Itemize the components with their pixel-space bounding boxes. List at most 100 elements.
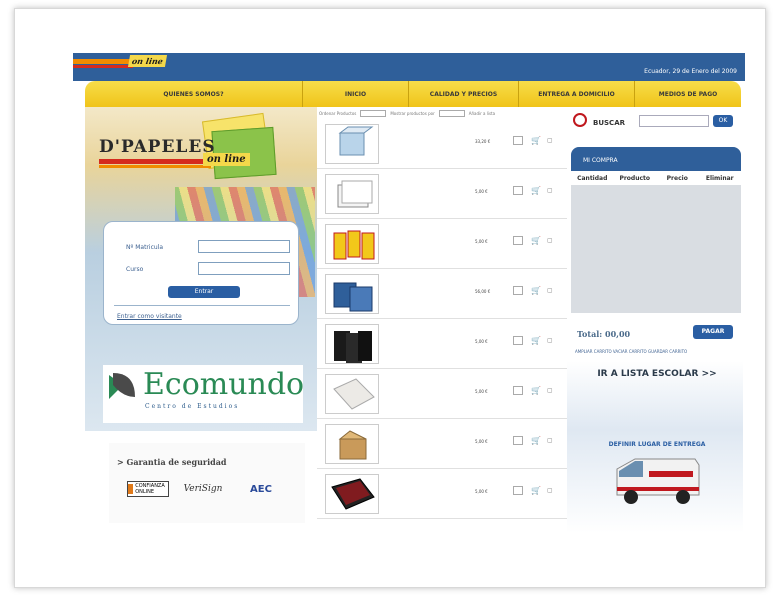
cart-columns: Cantidad Producto Precio Eliminar xyxy=(571,171,741,185)
quantity-input[interactable] xyxy=(513,286,523,295)
matricula-label: Nº Matricula xyxy=(126,244,164,251)
screenshot-frame: on line Ecuador, 29 de Enero del 2009 QU… xyxy=(14,8,766,588)
nav-inicio[interactable]: INICIO xyxy=(303,81,409,107)
cart-links[interactable]: AMPLIAR CARRITO VACIAR CARRITO GUARDAR C… xyxy=(575,349,741,354)
product-image[interactable] xyxy=(325,374,379,414)
website: on line Ecuador, 29 de Enero del 2009 QU… xyxy=(73,53,745,533)
product-row: 5,00 € 🛒 ▢ xyxy=(317,419,567,469)
visitor-link[interactable]: Entrar como visitante xyxy=(117,313,182,320)
product-price: 33,20 € xyxy=(475,139,491,144)
product-price: 5,00 € xyxy=(475,439,488,444)
nav-quienes-somos[interactable]: QUIENES SOMOS? xyxy=(85,81,303,107)
quantity-input[interactable] xyxy=(513,486,523,495)
info-icon[interactable]: ▢ xyxy=(547,237,553,244)
ecomundo-name: Ecomundo xyxy=(143,367,305,402)
ecomundo-subtitle: Centro de Estudios xyxy=(145,403,240,410)
small-logo-text: on line xyxy=(127,55,167,67)
curso-label: Curso xyxy=(126,266,144,273)
nav-calidad-precios[interactable]: CALIDAD Y PRECIOS xyxy=(409,81,519,107)
product-image[interactable] xyxy=(325,224,379,264)
info-icon[interactable]: ▢ xyxy=(547,187,553,194)
brand-logo: D'PAPELES xyxy=(99,137,216,157)
search-icon xyxy=(573,113,587,127)
delivery-link[interactable]: DEFINIR LUGAR DE ENTREGA xyxy=(577,441,737,448)
top-band: on line Ecuador, 29 de Enero del 2009 xyxy=(73,53,745,81)
show-select[interactable] xyxy=(438,109,465,117)
product-row: 5,00 € 🛒 ▢ xyxy=(317,469,567,519)
add-to-cart-icon[interactable]: 🛒 xyxy=(531,336,541,345)
matricula-input[interactable] xyxy=(198,240,290,253)
current-date: Ecuador, 29 de Enero del 2009 xyxy=(644,68,737,75)
security-guarantee: > Garantia de seguridad CONFIANZA ONLINE… xyxy=(109,443,305,523)
add-label: Añadir a lista xyxy=(468,110,496,116)
product-row: 33,20 € 🛒 ▢ xyxy=(317,119,567,169)
product-image[interactable] xyxy=(325,274,379,314)
small-logo[interactable]: on line xyxy=(73,53,173,75)
product-row: 5,00 € 🛒 ▢ xyxy=(317,369,567,419)
add-to-cart-icon[interactable]: 🛒 xyxy=(531,186,541,195)
col-eliminar: Eliminar xyxy=(705,174,734,182)
total-amount: Total: 00,00 xyxy=(577,329,631,339)
product-row: 5,00 € 🛒 ▢ xyxy=(317,219,567,269)
product-image[interactable] xyxy=(325,124,379,164)
security-title: > Garantia de seguridad xyxy=(117,457,227,467)
col-cantidad: Cantidad xyxy=(577,174,608,182)
info-icon[interactable]: ▢ xyxy=(547,387,553,394)
info-icon[interactable]: ▢ xyxy=(547,287,553,294)
add-to-cart-icon[interactable]: 🛒 xyxy=(531,136,541,145)
quantity-input[interactable] xyxy=(513,386,523,395)
confianza-badge[interactable]: CONFIANZA ONLINE xyxy=(127,481,169,497)
info-icon[interactable]: ▢ xyxy=(547,487,553,494)
aec-badge[interactable]: AEC xyxy=(239,481,283,497)
enter-button[interactable]: Entrar xyxy=(168,286,240,298)
product-row: 56,00 € 🛒 ▢ xyxy=(317,269,567,319)
sort-select[interactable] xyxy=(360,109,387,117)
delivery-van-icon[interactable] xyxy=(609,451,705,509)
cart-title: MI COMPRA xyxy=(571,147,741,171)
product-image[interactable] xyxy=(325,174,379,214)
pay-button[interactable]: PAGAR xyxy=(693,325,733,339)
search-input[interactable] xyxy=(639,115,709,127)
right-panel: BUSCAR OK MI COMPRA Cantidad Producto Pr… xyxy=(567,107,743,533)
quantity-input[interactable] xyxy=(513,336,523,345)
product-toolbar: Ordenar Productos Mostrar productos por … xyxy=(317,107,567,119)
product-price: 5,00 € xyxy=(475,189,488,194)
product-price: 5,00 € xyxy=(475,339,488,344)
search-button[interactable]: OK xyxy=(713,115,733,127)
info-icon[interactable]: ▢ xyxy=(547,437,553,444)
quantity-input[interactable] xyxy=(513,136,523,145)
add-to-cart-icon[interactable]: 🛒 xyxy=(531,486,541,495)
quantity-input[interactable] xyxy=(513,236,523,245)
add-to-cart-icon[interactable]: 🛒 xyxy=(531,436,541,445)
product-image[interactable] xyxy=(325,474,379,514)
info-icon[interactable]: ▢ xyxy=(547,137,553,144)
verisign-badge[interactable]: VeriSign xyxy=(179,481,227,497)
curso-input[interactable] xyxy=(198,262,290,275)
school-list-link[interactable]: IR A LISTA ESCOLAR >> xyxy=(577,369,737,379)
product-price: 5,00 € xyxy=(475,239,488,244)
quantity-input[interactable] xyxy=(513,186,523,195)
search-bar: BUSCAR OK xyxy=(567,107,743,143)
add-to-cart-icon[interactable]: 🛒 xyxy=(531,286,541,295)
ecomundo-logo[interactable]: Ecomundo Centro de Estudios xyxy=(103,365,305,423)
col-precio: Precio xyxy=(666,174,688,182)
search-label: BUSCAR xyxy=(593,119,626,127)
left-panel: D'PAPELES on line Nº Matricula Curso Ent… xyxy=(85,107,317,431)
add-to-cart-icon[interactable]: 🛒 xyxy=(531,386,541,395)
sort-label: Ordenar Productos xyxy=(319,110,357,116)
product-image[interactable] xyxy=(325,424,379,464)
show-label: Mostrar productos por xyxy=(390,110,435,116)
product-price: 5,00 € xyxy=(475,489,488,494)
shopping-cart: MI COMPRA Cantidad Producto Precio Elimi… xyxy=(571,147,741,361)
nav-entrega-domicilio[interactable]: ENTREGA A DOMICILIO xyxy=(519,81,635,107)
product-image[interactable] xyxy=(325,324,379,364)
nav-medios-pago[interactable]: MEDIOS DE PAGO xyxy=(635,81,741,107)
info-icon[interactable]: ▢ xyxy=(547,337,553,344)
divider xyxy=(114,305,290,306)
login-box: Nº Matricula Curso Entrar xyxy=(103,221,299,325)
ecomundo-leaf-icon xyxy=(109,373,135,399)
add-to-cart-icon[interactable]: 🛒 xyxy=(531,236,541,245)
quantity-input[interactable] xyxy=(513,436,523,445)
cart-total: Total: 00,00 PAGAR AMPLIAR CARRITO VACIA… xyxy=(571,313,741,361)
product-price: 5,00 € xyxy=(475,389,488,394)
